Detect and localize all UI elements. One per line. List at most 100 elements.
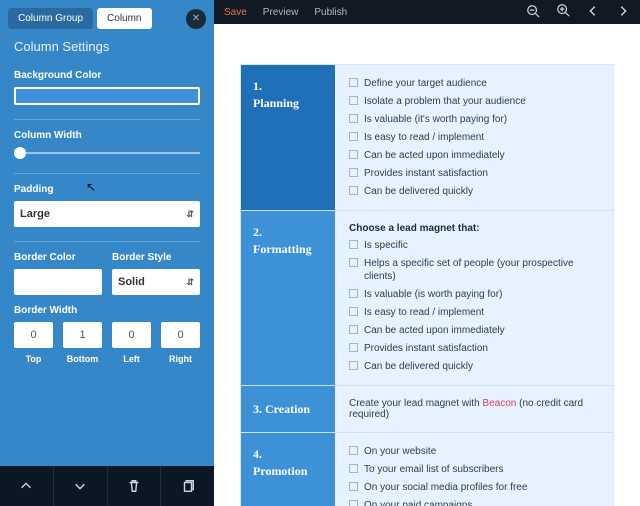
divider xyxy=(14,173,200,174)
padding-select[interactable]: Large ⇵ xyxy=(14,201,200,227)
section-header-creation[interactable]: 3. Creation xyxy=(241,386,335,432)
border-style-select[interactable]: Solid ⇵ xyxy=(112,269,200,295)
section-title: Formatting xyxy=(253,242,323,257)
chevron-left-icon xyxy=(586,4,600,18)
label-right: Right xyxy=(161,354,200,364)
checkbox-icon xyxy=(349,78,358,87)
border-left-input[interactable] xyxy=(112,322,151,348)
checkbox-icon xyxy=(349,325,358,334)
duplicate-button[interactable] xyxy=(161,466,214,506)
chevron-updown-icon: ⇵ xyxy=(186,209,194,220)
checkbox-icon xyxy=(349,500,358,506)
section-body[interactable]: Define your target audience Isolate a pr… xyxy=(335,65,613,210)
background-color-swatch[interactable] xyxy=(14,87,200,105)
delete-button[interactable] xyxy=(108,466,162,506)
zoom-in-icon xyxy=(556,3,570,17)
checkbox-icon xyxy=(349,150,358,159)
checklist-item[interactable]: To your email list of subscribers xyxy=(349,463,599,476)
section-row: 3. Creation Create your lead magnet with… xyxy=(241,386,613,433)
section-number: 4. xyxy=(253,447,323,462)
zoom-out-icon xyxy=(526,4,540,18)
beacon-link[interactable]: Beacon xyxy=(482,398,516,409)
prev-button[interactable] xyxy=(586,4,600,21)
document: 1. Planning Define your target audience … xyxy=(240,64,614,506)
checklist-item[interactable]: Define your target audience xyxy=(349,77,599,90)
checkbox-icon xyxy=(349,343,358,352)
checklist-item[interactable]: On your social media profiles for free xyxy=(349,481,599,494)
checkbox-icon xyxy=(349,361,358,370)
checklist-item[interactable]: Is valuable (it's worth paying for) xyxy=(349,113,599,126)
checklist-item[interactable]: Provides instant satisfaction xyxy=(349,342,599,355)
label-border-width: Border Width xyxy=(14,305,200,316)
checklist-item[interactable]: Is specific xyxy=(349,239,599,252)
checkbox-icon xyxy=(349,446,358,455)
section-header-formatting[interactable]: 2. Formatting xyxy=(241,211,335,385)
label-bg-color: Background Color xyxy=(14,70,200,81)
section-body[interactable]: Choose a lead magnet that: Is specific H… xyxy=(335,211,613,385)
section-title: Promotion xyxy=(253,464,323,479)
checklist-item[interactable]: Is valuable (is worth paying for) xyxy=(349,288,599,301)
tab-column[interactable]: Column xyxy=(97,8,151,29)
border-right-input[interactable] xyxy=(161,322,200,348)
section-body[interactable]: Create your lead magnet with Beacon (no … xyxy=(335,386,613,432)
close-icon[interactable]: ✕ xyxy=(186,9,206,29)
chevron-down-icon xyxy=(73,479,87,493)
section-row: 1. Planning Define your target audience … xyxy=(241,65,613,211)
chevron-updown-icon: ⇵ xyxy=(186,277,194,288)
label-border-color: Border Color xyxy=(14,252,102,263)
publish-action[interactable]: Publish xyxy=(314,7,347,18)
next-button[interactable] xyxy=(616,4,630,21)
checklist-item[interactable]: On your paid campaigns xyxy=(349,499,599,506)
checklist-item[interactable]: On your website xyxy=(349,445,599,458)
checkbox-icon xyxy=(349,289,358,298)
zoom-in-button[interactable] xyxy=(556,3,570,20)
section-title: Creation xyxy=(265,402,310,416)
divider xyxy=(14,119,200,120)
collapse-up-button[interactable] xyxy=(0,466,54,506)
section-text: Create your lead magnet with Beacon (no … xyxy=(349,398,599,420)
checkbox-icon xyxy=(349,464,358,473)
section-row: 2. Formatting Choose a lead magnet that:… xyxy=(241,211,613,386)
border-bottom-input[interactable] xyxy=(63,322,102,348)
checklist-item[interactable]: Can be acted upon immediately xyxy=(349,324,599,337)
checklist-item[interactable]: Is easy to read / implement xyxy=(349,131,599,144)
label-column-width: Column Width xyxy=(14,130,200,141)
checkbox-icon xyxy=(349,258,358,267)
section-number: 3. xyxy=(253,402,265,416)
label-border-style: Border Style xyxy=(112,252,200,263)
canvas[interactable]: 1. Planning Define your target audience … xyxy=(214,24,640,506)
collapse-down-button[interactable] xyxy=(54,466,108,506)
border-color-swatch[interactable] xyxy=(14,269,102,295)
border-top-input[interactable] xyxy=(14,322,53,348)
section-header-promotion[interactable]: 4. Promotion xyxy=(241,433,335,506)
label-bottom: Bottom xyxy=(63,354,102,364)
copy-icon xyxy=(181,479,195,493)
checkbox-icon xyxy=(349,114,358,123)
label-top: Top xyxy=(14,354,53,364)
checklist-item[interactable]: Can be acted upon immediately xyxy=(349,149,599,162)
section-row: 4. Promotion On your website To your ema… xyxy=(241,433,613,506)
zoom-out-button[interactable] xyxy=(526,4,540,21)
checklist-item[interactable]: Provides instant satisfaction xyxy=(349,167,599,180)
checklist-item[interactable]: Is easy to read / implement xyxy=(349,306,599,319)
section-body[interactable]: On your website To your email list of su… xyxy=(335,433,613,506)
checkbox-icon xyxy=(349,482,358,491)
checklist-item[interactable]: Isolate a problem that your audience xyxy=(349,95,599,108)
checkbox-icon xyxy=(349,132,358,141)
checklist-item[interactable]: Can be delivered quickly xyxy=(349,360,599,373)
padding-select-value: Large xyxy=(20,208,50,220)
column-width-slider[interactable] xyxy=(14,147,200,159)
checklist-item[interactable]: Can be delivered quickly xyxy=(349,185,599,198)
checklist-item[interactable]: Helps a specific set of people (your pro… xyxy=(349,257,599,283)
preview-action[interactable]: Preview xyxy=(263,7,299,18)
save-action[interactable]: Save xyxy=(224,7,247,18)
border-style-value: Solid xyxy=(118,276,145,288)
section-title: Planning xyxy=(253,96,323,111)
label-padding: Padding xyxy=(14,184,200,195)
tab-column-group[interactable]: Column Group xyxy=(8,8,93,29)
trash-icon xyxy=(127,479,141,493)
section-header-planning[interactable]: 1. Planning xyxy=(241,65,335,210)
panel-title: Column Settings xyxy=(0,29,214,60)
chevron-right-icon xyxy=(616,4,630,18)
checkbox-icon xyxy=(349,168,358,177)
